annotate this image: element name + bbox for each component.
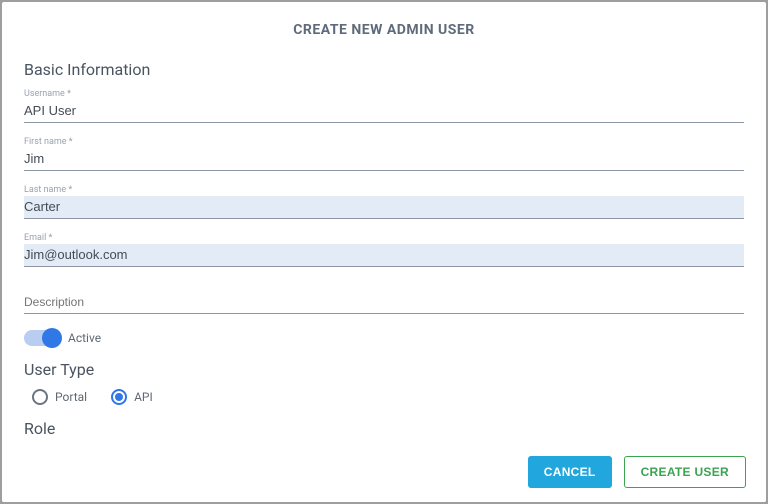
radio-api-label: API xyxy=(134,390,153,404)
radio-dot-icon xyxy=(115,393,123,401)
description-input[interactable] xyxy=(24,289,744,314)
field-last-name: Last name * xyxy=(24,185,744,219)
create-user-button[interactable]: CREATE USER xyxy=(624,456,746,488)
section-basic-heading: Basic Information xyxy=(24,60,744,79)
username-label: Username * xyxy=(24,89,744,99)
last-name-label: Last name * xyxy=(24,185,744,195)
field-description xyxy=(24,289,744,314)
last-name-input[interactable] xyxy=(24,196,744,219)
toggle-knob-icon xyxy=(42,328,62,348)
field-first-name: First name * xyxy=(24,137,744,171)
first-name-label: First name * xyxy=(24,137,744,147)
field-username: Username * xyxy=(24,89,744,123)
dialog-footer: CANCEL CREATE USER xyxy=(2,442,766,502)
email-input[interactable] xyxy=(24,244,744,267)
dialog-content: CREATE NEW ADMIN USER Basic Information … xyxy=(2,2,766,442)
user-type-radio-group: Portal API xyxy=(24,389,744,405)
section-role-heading: Role xyxy=(24,419,744,438)
first-name-input[interactable] xyxy=(24,148,744,171)
create-admin-user-dialog: CREATE NEW ADMIN USER Basic Information … xyxy=(2,2,766,502)
radio-circle-icon xyxy=(32,389,48,405)
email-label: Email * xyxy=(24,233,744,243)
section-user-type-heading: User Type xyxy=(24,360,744,379)
radio-portal[interactable]: Portal xyxy=(32,389,87,405)
radio-portal-label: Portal xyxy=(55,390,87,404)
active-row: Active xyxy=(24,330,744,346)
field-email: Email * xyxy=(24,233,744,267)
username-input[interactable] xyxy=(24,100,744,123)
radio-circle-icon xyxy=(111,389,127,405)
cancel-button[interactable]: CANCEL xyxy=(528,456,612,488)
dialog-title: CREATE NEW ADMIN USER xyxy=(24,22,744,38)
active-toggle[interactable] xyxy=(24,330,58,346)
radio-api[interactable]: API xyxy=(111,389,153,405)
active-label: Active xyxy=(68,331,101,345)
